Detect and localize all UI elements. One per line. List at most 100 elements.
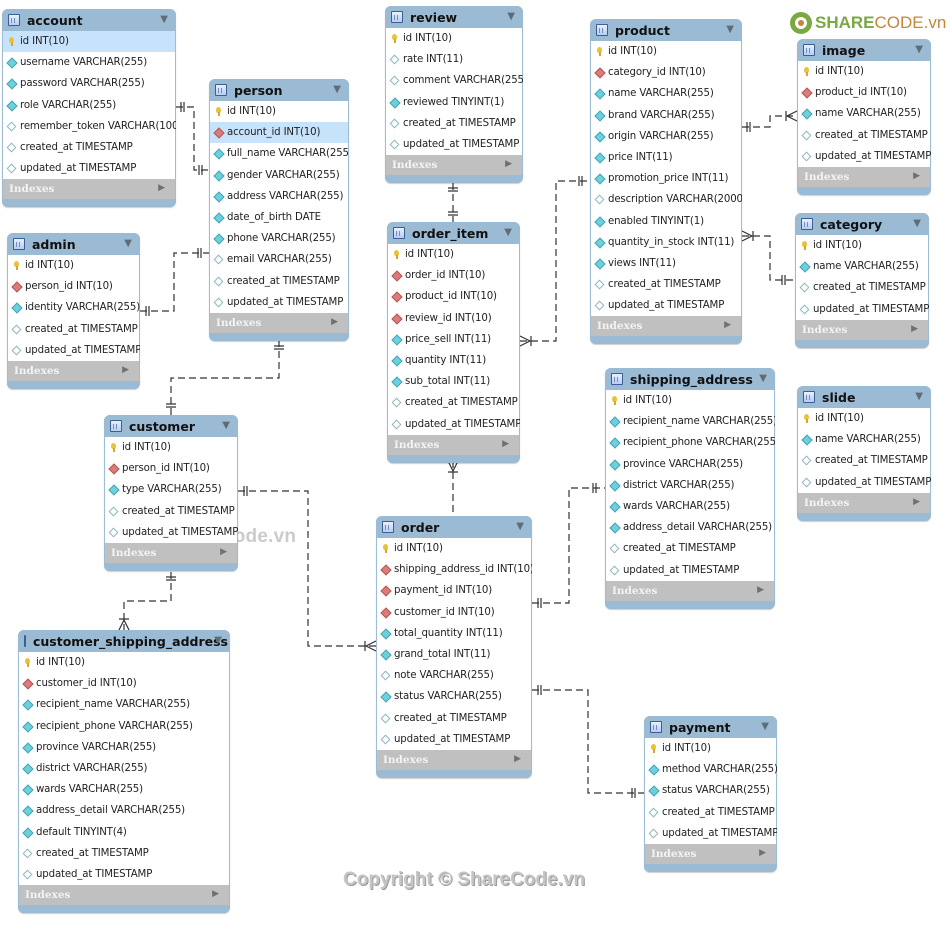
rel-product-image[interactable] xyxy=(742,115,797,128)
column-row[interactable]: created_at TIMESTAMP xyxy=(210,271,348,292)
column-row[interactable]: type VARCHAR(255) xyxy=(105,479,237,500)
column-row[interactable]: grand_total INT(11) xyxy=(377,644,531,665)
column-row[interactable]: id INT(10) xyxy=(210,101,348,122)
column-row[interactable]: email VARCHAR(255) xyxy=(210,249,348,270)
column-row[interactable]: id INT(10) xyxy=(798,61,930,82)
column-row[interactable]: created_at TIMESTAMP xyxy=(591,274,741,295)
column-row[interactable]: recipient_name VARCHAR(255) xyxy=(19,694,229,715)
column-row[interactable]: id INT(10) xyxy=(19,652,229,673)
column-row[interactable]: created_at TIMESTAMP xyxy=(19,843,229,864)
column-row[interactable]: id INT(10) xyxy=(798,408,930,429)
table-header[interactable]: product ▼ xyxy=(590,19,742,41)
column-row[interactable]: updated_at TIMESTAMP xyxy=(606,560,774,581)
expand-indexes-icon[interactable]: ▶ xyxy=(122,365,129,375)
column-row[interactable]: customer_id INT(10) xyxy=(377,602,531,623)
collapse-toggle-icon[interactable]: ▼ xyxy=(915,44,923,55)
table-header[interactable]: account ▼ xyxy=(2,9,176,31)
collapse-toggle-icon[interactable]: ▼ xyxy=(516,521,524,532)
table-admin[interactable]: admin ▼ id INT(10) person_id INT(10) identit… xyxy=(7,233,140,389)
column-row[interactable]: account_id INT(10) xyxy=(210,122,348,144)
table-header[interactable]: customer_shipping_address ▼ xyxy=(18,630,230,652)
table-header[interactable]: admin ▼ xyxy=(7,233,140,255)
column-row[interactable]: created_at TIMESTAMP xyxy=(377,708,531,729)
table-header[interactable]: category ▼ xyxy=(795,213,929,235)
expand-indexes-icon[interactable]: ▶ xyxy=(158,183,165,193)
table-order-item[interactable]: order_item ▼ id INT(10) order_id INT(10) pro… xyxy=(387,222,520,463)
table-header[interactable]: review ▼ xyxy=(385,6,523,28)
column-row[interactable]: updated_at TIMESTAMP xyxy=(388,414,520,435)
column-row[interactable]: updated_at TIMESTAMP xyxy=(377,729,531,750)
table-person[interactable]: person ▼ id INT(10) account_id INT(10) full_… xyxy=(209,79,349,341)
collapse-toggle-icon[interactable]: ▼ xyxy=(759,373,767,384)
indexes-section[interactable]: Indexes ▶ xyxy=(377,749,531,770)
column-row[interactable]: views INT(11) xyxy=(591,253,741,274)
column-row[interactable]: created_at TIMESTAMP xyxy=(3,137,175,158)
collapse-toggle-icon[interactable]: ▼ xyxy=(913,218,921,229)
column-row[interactable]: description VARCHAR(2000) xyxy=(591,189,742,210)
table-header[interactable]: order_item ▼ xyxy=(387,222,520,244)
column-row[interactable]: updated_at TIMESTAMP xyxy=(386,134,522,155)
rel-person-admin[interactable] xyxy=(140,252,209,312)
column-row[interactable]: rate INT(11) xyxy=(386,49,522,70)
column-row[interactable]: updated_at TIMESTAMP xyxy=(798,146,931,167)
table-header[interactable]: image ▼ xyxy=(797,39,931,61)
collapse-toggle-icon[interactable]: ▼ xyxy=(124,238,132,249)
column-row[interactable]: review_id INT(10) xyxy=(388,308,519,329)
column-row[interactable]: address VARCHAR(255) xyxy=(210,186,348,207)
collapse-toggle-icon[interactable]: ▼ xyxy=(222,420,230,431)
column-row[interactable]: id INT(10) xyxy=(377,538,531,559)
column-row[interactable]: created_at TIMESTAMP xyxy=(388,392,519,413)
column-row[interactable]: recipient_phone VARCHAR(255) xyxy=(606,432,775,453)
expand-indexes-icon[interactable]: ▶ xyxy=(911,324,918,334)
column-row[interactable]: updated_at TIMESTAMP xyxy=(19,864,229,885)
column-row[interactable]: note VARCHAR(255) xyxy=(377,665,531,686)
column-row[interactable]: name VARCHAR(255) xyxy=(591,83,741,104)
expand-indexes-icon[interactable]: ▶ xyxy=(220,547,227,557)
expand-indexes-icon[interactable]: ▶ xyxy=(913,171,920,181)
table-header[interactable]: shipping_address ▼ xyxy=(605,368,775,390)
column-row[interactable]: id INT(10) xyxy=(8,255,139,276)
column-row[interactable]: total_quantity INT(11) xyxy=(377,623,531,644)
rel-person-customer[interactable] xyxy=(170,340,280,415)
collapse-toggle-icon[interactable]: ▼ xyxy=(507,11,515,22)
expand-indexes-icon[interactable]: ▶ xyxy=(724,320,731,330)
column-row[interactable]: status VARCHAR(255) xyxy=(645,780,776,801)
column-row[interactable]: province VARCHAR(255) xyxy=(19,737,229,758)
column-row[interactable]: created_at TIMESTAMP xyxy=(105,501,237,522)
expand-indexes-icon[interactable]: ▶ xyxy=(913,497,920,507)
rel-customer-order[interactable] xyxy=(238,490,376,647)
column-row[interactable]: comment VARCHAR(255) xyxy=(386,70,523,91)
column-row[interactable]: date_of_birth DATE xyxy=(210,207,348,228)
column-row[interactable]: brand VARCHAR(255) xyxy=(591,105,741,126)
column-row[interactable]: payment_id INT(10) xyxy=(377,580,531,601)
column-row[interactable]: updated_at TIMESTAMP xyxy=(645,823,777,844)
expand-indexes-icon[interactable]: ▶ xyxy=(759,848,766,858)
indexes-section[interactable]: Indexes ▶ xyxy=(798,492,930,513)
column-row[interactable]: username VARCHAR(255) xyxy=(3,52,175,73)
column-row[interactable]: id INT(10) xyxy=(796,235,928,256)
table-header[interactable]: person ▼ xyxy=(209,79,349,101)
indexes-section[interactable]: Indexes ▶ xyxy=(796,319,928,340)
indexes-section[interactable]: Indexes ▶ xyxy=(210,312,348,333)
collapse-toggle-icon[interactable]: ▼ xyxy=(214,635,222,646)
indexes-section[interactable]: Indexes ▶ xyxy=(798,166,930,187)
rel-shipping-order[interactable] xyxy=(532,487,605,604)
rel-account-person[interactable] xyxy=(176,106,209,171)
collapse-toggle-icon[interactable]: ▼ xyxy=(761,721,769,732)
column-row[interactable]: district VARCHAR(255) xyxy=(606,475,774,496)
column-row[interactable]: updated_at TIMESTAMP xyxy=(796,299,929,320)
column-row[interactable]: created_at TIMESTAMP xyxy=(386,113,522,134)
column-row[interactable]: sub_total INT(11) xyxy=(388,371,519,392)
column-row[interactable]: name VARCHAR(255) xyxy=(796,256,928,277)
indexes-section[interactable]: Indexes ▶ xyxy=(8,360,139,381)
column-row[interactable]: phone VARCHAR(255) xyxy=(210,228,348,249)
column-row[interactable]: identity VARCHAR(255) xyxy=(8,297,140,318)
table-header[interactable]: customer ▼ xyxy=(104,415,238,437)
table-payment[interactable]: payment ▼ id INT(10) method VARCHAR(255) sta… xyxy=(644,716,777,872)
column-row[interactable]: district VARCHAR(255) xyxy=(19,758,229,779)
column-row[interactable]: created_at TIMESTAMP xyxy=(8,319,139,340)
column-row[interactable]: id INT(10) xyxy=(386,28,522,49)
column-row[interactable]: price INT(11) xyxy=(591,147,741,168)
column-row[interactable]: product_id INT(10) xyxy=(798,82,930,103)
column-row[interactable]: created_at TIMESTAMP xyxy=(606,538,774,559)
